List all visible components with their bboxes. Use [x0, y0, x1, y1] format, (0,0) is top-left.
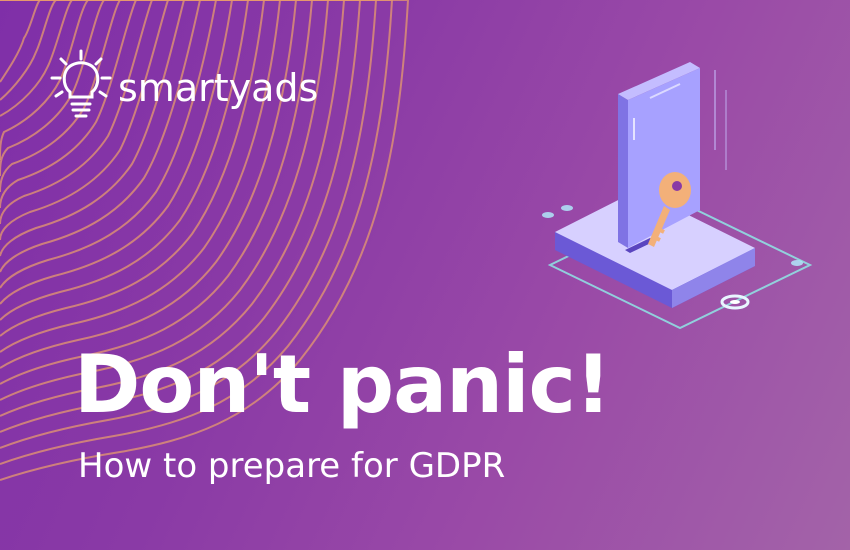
smartphone-icon [618, 62, 727, 248]
gdpr-illustration [542, 62, 813, 330]
gdpr-banner: smartyads Don't panic! How to prepare fo… [0, 0, 850, 550]
brand-name: smartyads [118, 66, 319, 110]
subheadline: How to prepare for GDPR [78, 446, 506, 486]
lightbulb-icon [50, 49, 112, 118]
smartyads-logo[interactable]: smartyads [48, 48, 318, 120]
headline: Don't panic! [74, 338, 611, 431]
